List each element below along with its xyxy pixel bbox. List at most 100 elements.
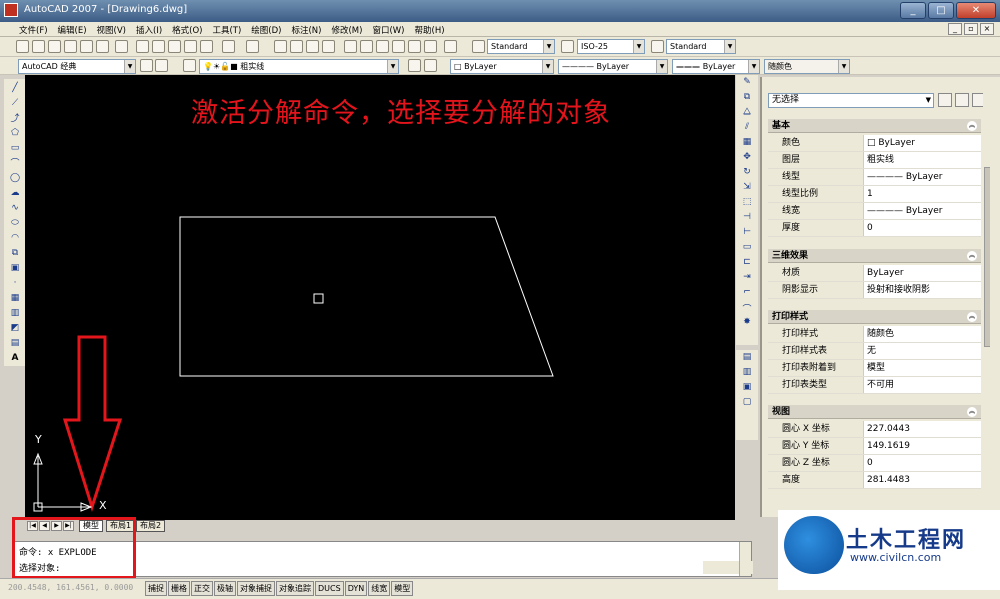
lineweight-select[interactable]: ——— ByLayer ▼ <box>672 59 760 74</box>
maximize-button[interactable]: □ <box>928 2 954 19</box>
zoom-realtime-icon[interactable] <box>290 40 303 53</box>
pan-icon[interactable] <box>274 40 287 53</box>
make-layer-current-icon[interactable] <box>408 59 421 72</box>
spline-icon[interactable]: ∿ <box>7 201 23 214</box>
calculator-icon[interactable] <box>424 40 437 53</box>
section-plot-style[interactable]: 打印样式 ︽ <box>768 310 981 324</box>
prop-row[interactable]: 圆心 Y 坐标 149.1619 <box>768 438 981 455</box>
lineweight-toggle[interactable]: 线宽 <box>368 581 391 596</box>
block-editor-icon[interactable] <box>200 40 213 53</box>
send-under-icon[interactable]: ▢ <box>739 397 755 410</box>
match-properties-icon[interactable] <box>184 40 197 53</box>
trapezoid-polyline[interactable] <box>179 216 554 377</box>
move-icon[interactable]: ✥ <box>739 152 755 165</box>
drawing-canvas[interactable]: 激活分解命令，选择要分解的对象 Y X <box>25 75 735 520</box>
send-to-back-icon[interactable]: ▥ <box>739 367 755 380</box>
grid-toggle[interactable]: 栅格 <box>168 581 190 596</box>
selection-select[interactable]: 无选择 ▼ <box>768 93 934 108</box>
ellipse-icon[interactable]: ⬭ <box>7 216 23 229</box>
bring-to-front-icon[interactable]: ▤ <box>739 352 755 365</box>
close-button[interactable]: ✕ <box>956 2 996 19</box>
doc-restore-button[interactable]: ▫ <box>964 23 978 35</box>
multiline-text-icon[interactable]: A <box>7 351 23 364</box>
prop-row[interactable]: 颜色 □ ByLayer <box>768 135 981 152</box>
collapse-icon[interactable]: ︽ <box>967 251 977 261</box>
tab-layout2[interactable]: 布局2 <box>136 520 166 532</box>
menu-file[interactable]: 文件(F) <box>14 24 53 36</box>
help-icon[interactable] <box>444 40 457 53</box>
redo-icon[interactable] <box>246 40 259 53</box>
prop-row[interactable]: 打印样式表无 <box>768 343 981 360</box>
section-3d-visualization[interactable]: 三维效果 ︽ <box>768 249 981 263</box>
plotstyle-select[interactable]: 随颜色 ▼ <box>764 59 850 74</box>
palette-side-bar[interactable] <box>990 77 1000 517</box>
dyn-toggle[interactable]: DYN <box>344 581 368 596</box>
prop-row[interactable]: 打印样式 随颜色 <box>768 326 981 343</box>
publish-icon[interactable] <box>96 40 109 53</box>
copy-icon[interactable] <box>152 40 165 53</box>
explode-icon[interactable]: ✸ <box>739 317 755 330</box>
menu-modify[interactable]: 修改(M) <box>326 24 367 36</box>
prop-row[interactable]: 材质 ByLayer <box>768 265 981 282</box>
erase-icon[interactable]: ✎ <box>739 77 755 90</box>
extend-icon[interactable]: ⊢ <box>739 227 755 240</box>
text-style-icon[interactable] <box>472 40 485 53</box>
break-at-point-icon[interactable]: ▭ <box>739 242 755 255</box>
hatch-icon[interactable]: ▦ <box>7 291 23 304</box>
menu-insert[interactable]: 插入(I) <box>131 24 167 36</box>
text-style-select[interactable]: Standard ▼ <box>487 39 555 54</box>
sheet-set-icon[interactable] <box>392 40 405 53</box>
fillet-icon[interactable]: ⌒ <box>739 302 755 315</box>
open-icon[interactable] <box>32 40 45 53</box>
construction-line-icon[interactable]: ⟋ <box>7 96 23 109</box>
app-icon[interactable] <box>4 3 18 17</box>
print-icon[interactable] <box>64 40 77 53</box>
menu-format[interactable]: 格式(O) <box>167 24 207 36</box>
layer-manager-icon[interactable] <box>183 59 196 72</box>
menu-view[interactable]: 视图(V) <box>92 24 131 36</box>
zoom-window-icon[interactable] <box>306 40 319 53</box>
polar-toggle[interactable]: 极轴 <box>214 581 236 596</box>
dim-style-select[interactable]: ISO-25 ▼ <box>577 39 645 54</box>
circle-icon[interactable]: ◯ <box>7 171 23 184</box>
workspace-save-icon[interactable] <box>155 59 168 72</box>
layer-select[interactable]: 💡☀🔓■ 粗实线 ▼ <box>199 59 399 74</box>
mirror-icon[interactable]: ⧋ <box>739 107 755 120</box>
bring-above-icon[interactable]: ▣ <box>739 382 755 395</box>
prop-row[interactable]: 图层 粗实线 <box>768 152 981 169</box>
insert-block-icon[interactable]: ⧉ <box>7 246 23 259</box>
doc-minimize-button[interactable]: _ <box>948 23 962 35</box>
region-icon[interactable]: ◩ <box>7 321 23 334</box>
stretch-icon[interactable]: ⬚ <box>739 197 755 210</box>
section-general[interactable]: 基本 ︽ <box>768 119 981 133</box>
offset-icon[interactable]: ⫽ <box>739 122 755 135</box>
section-view[interactable]: 视图 ︽ <box>768 405 981 419</box>
make-block-icon[interactable]: ▣ <box>7 261 23 274</box>
osnap-toggle[interactable]: 对象捕捉 <box>237 581 275 596</box>
prop-row[interactable]: 圆心 X 坐标 227.0443 <box>768 421 981 438</box>
prop-row[interactable]: 阴影显示 投射和接收阴影 <box>768 282 981 299</box>
revision-cloud-icon[interactable]: ☁ <box>7 186 23 199</box>
table-style-icon[interactable] <box>651 40 664 53</box>
array-icon[interactable]: ▦ <box>739 137 755 150</box>
break-icon[interactable]: ⊏ <box>739 257 755 270</box>
collapse-icon[interactable]: ︽ <box>967 312 977 322</box>
3d-dwf-icon[interactable] <box>115 40 128 53</box>
menu-edit[interactable]: 编辑(E) <box>53 24 92 36</box>
doc-close-button[interactable]: × <box>980 23 994 35</box>
ducs-toggle[interactable]: DUCS <box>315 581 344 596</box>
design-center-icon[interactable] <box>360 40 373 53</box>
scale-icon[interactable]: ⇲ <box>739 182 755 195</box>
rotate-icon[interactable]: ↻ <box>739 167 755 180</box>
new-icon[interactable] <box>16 40 29 53</box>
chamfer-icon[interactable]: ⌐ <box>739 287 755 300</box>
ellipse-arc-icon[interactable]: ◠ <box>7 231 23 244</box>
collapse-icon[interactable]: ︽ <box>967 407 977 417</box>
menu-tools[interactable]: 工具(T) <box>207 24 246 36</box>
point-icon[interactable]: · <box>7 276 23 289</box>
linetype-select[interactable]: ———— ByLayer ▼ <box>558 59 668 74</box>
prop-row[interactable]: 线型比例 1 <box>768 186 981 203</box>
layer-previous-icon[interactable] <box>424 59 437 72</box>
dim-style-icon[interactable] <box>561 40 574 53</box>
copy-object-icon[interactable]: ⧉ <box>739 92 755 105</box>
